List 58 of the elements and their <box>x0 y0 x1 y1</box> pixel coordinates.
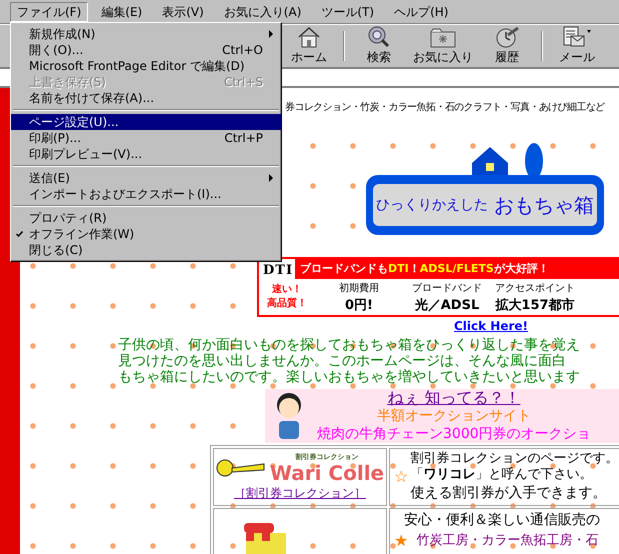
star-icon: ☆ <box>394 465 408 489</box>
menu-item[interactable]: ページ設定(U)... <box>11 114 281 130</box>
ad-banner[interactable]: DTI ブロードバンドも DTI！ADSL/FLETSが大好評！ 速い！ 高品質！ 初期費用 0円! ブロードバンド 光／ADSL アクセスポイント 拡大157都市 <box>257 257 619 317</box>
cell-text: 割引券コレクションのページです。 <box>410 451 618 467</box>
toolbar-button[interactable]: 履歴 <box>481 25 533 67</box>
column-label: ブロードバンド <box>412 282 482 296</box>
check-icon <box>16 231 23 237</box>
menu-bar-item[interactable]: 編集(E) <box>94 2 150 22</box>
submenu-arrow-icon <box>269 174 273 182</box>
column-label: アクセスポイント <box>495 282 575 296</box>
menu-item[interactable]: 送信(E) <box>11 170 281 186</box>
menu-bar-item[interactable]: お気に入り(A) <box>216 2 308 22</box>
cell-text: 使える割引券が入手できます。 <box>410 484 608 503</box>
menu-item[interactable]: インポートおよびエクスポート(I)... <box>11 186 281 202</box>
toolbar-button[interactable]: ホーム <box>283 25 335 67</box>
toolbar-button[interactable]: メール <box>551 25 603 67</box>
cell-text: 安心・便利＆楽しい通信販売の <box>403 511 600 529</box>
notice-title: ねぇ 知ってる？！ <box>387 389 520 407</box>
brand-logo: DTI <box>259 259 296 279</box>
tagline: 券コレクション・竹炭・カラー魚拓・石のクラフト・写真・あけび細工など <box>285 100 605 115</box>
menu-item[interactable]: 開く(O)... Ctrl+O <box>11 42 281 58</box>
coupon-link[interactable]: ［割引券コレクション］ <box>234 484 366 502</box>
menu-item[interactable]: プロパティ(R) <box>11 210 281 226</box>
menu-item[interactable]: 名前を付けて保存(A)... <box>11 90 281 106</box>
menu-item[interactable]: 印刷プレビュー(V)... <box>11 146 281 162</box>
house-icon <box>297 26 321 48</box>
clock-icon <box>494 26 520 48</box>
menu-item[interactable]: 新規作成(N) <box>11 26 281 42</box>
star-icon: ★ <box>394 529 408 553</box>
menu-bar-item[interactable]: ヘルプ(H) <box>387 2 456 22</box>
toolbar-button[interactable]: お気に入り <box>405 25 481 67</box>
notice-text: 焼肉の牛角チェーン3000円券のオークショ <box>317 425 591 443</box>
menu-bar-item[interactable]: ツール(T) <box>314 2 382 22</box>
menu-item[interactable]: 印刷(P)... Ctrl+P <box>11 130 281 146</box>
banner-headline: ブロードバンドも DTI！ADSL/FLETSが大好評！ <box>299 261 549 277</box>
logo-text: おもちゃ箱 <box>494 192 594 219</box>
column-value: 光／ADSL <box>414 297 480 314</box>
column-label: 初期費用 <box>339 282 379 296</box>
column-value: 0円! <box>345 297 373 314</box>
mail-icon <box>562 26 592 48</box>
submenu-arrow-icon <box>269 30 273 38</box>
search-icon <box>367 26 391 48</box>
menu-bar-item[interactable]: ファイル(F) <box>10 2 88 22</box>
cell-text: 「ワリコレ」と呼んで下さい。 <box>410 467 594 483</box>
logo-text: ひっくりかえした <box>376 196 488 214</box>
logo-text: Wari Colle <box>270 462 384 484</box>
menu-bar-item[interactable]: 表示(V) <box>155 2 211 22</box>
menu-item[interactable]: オフライン作業(W) <box>11 226 281 242</box>
toolbar-button[interactable]: 検索 <box>353 25 405 67</box>
click-here-link[interactable]: Click Here! <box>454 317 528 335</box>
column-value: 拡大157都市 <box>495 297 575 314</box>
notice-subtitle: 半額オークションサイト <box>376 407 531 425</box>
folder-icon <box>430 26 456 48</box>
menu-item[interactable]: Microsoft FrontPage Editor で編集(D) <box>11 58 281 74</box>
slogan-text: 高品質！ <box>267 297 307 311</box>
slogan-text: 速い！ <box>272 283 302 297</box>
menu-item[interactable]: 閉じる(C) <box>11 242 281 258</box>
shop-link[interactable]: 竹炭工房・カラー魚拓工房・石 <box>416 531 598 551</box>
